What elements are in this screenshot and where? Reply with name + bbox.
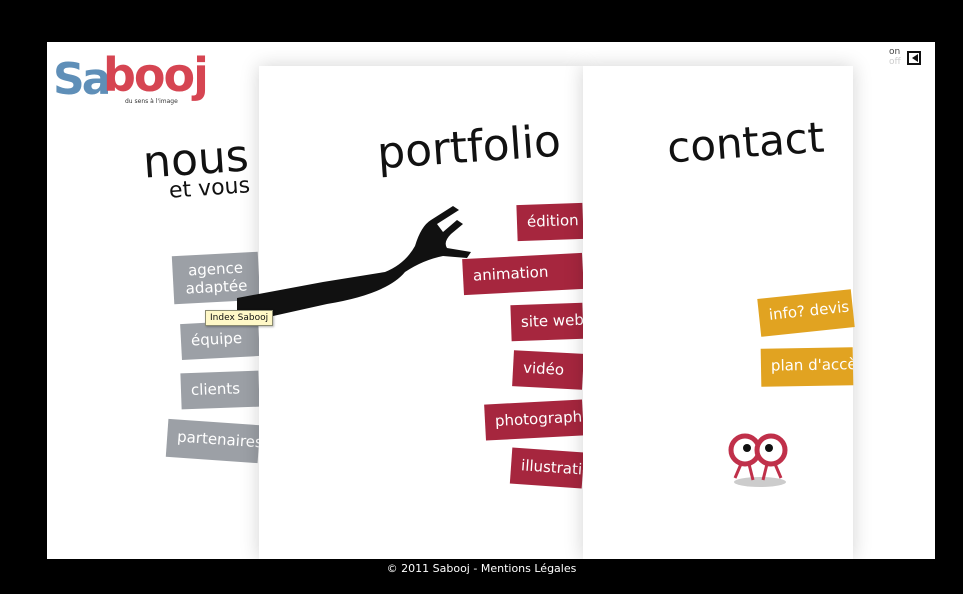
speaker-icon[interactable] [907,51,921,65]
et-vous-subtitle: et vous [168,173,251,204]
portfolio-item-animation[interactable]: animation [462,252,584,296]
tooltip: Index Sabooj [205,310,274,326]
footer: © 2011 Sabooj - Mentions Légales [0,562,963,575]
portfolio-item-edition[interactable]: édition [516,202,584,242]
contact-item-plan-acces[interactable]: plan d'accès [760,347,854,387]
nous-item-partenaires[interactable]: partenaires [165,418,261,464]
contact-panel: contact info? devis plan d'accès [583,66,855,559]
nous-item-clients[interactable]: clients [180,370,260,410]
eyes-mascot-icon[interactable] [725,422,795,492]
portfolio-item-photographie[interactable]: photographie [484,399,584,441]
footer-separator: - [473,562,478,575]
logo-tagline: du sens à l'image [125,98,178,105]
logo-booj: booj [103,48,209,102]
footer-copyright: © 2011 Sabooj [386,562,470,575]
logo-sa: Sa [53,54,111,105]
portfolio-item-video[interactable]: vidéo [512,350,584,390]
sound-on-label[interactable]: on [889,48,900,57]
portfolio-item-illustration[interactable]: illustration [509,447,585,489]
hand-silhouette [237,206,471,324]
portfolio-item-site-web[interactable]: site web [510,302,584,342]
portfolio-title[interactable]: portfolio [375,116,562,180]
contact-item-info-devis[interactable]: info? devis [757,289,855,337]
main-stage: nous et vous agence adaptée équipe clien… [47,42,935,559]
sabooj-logo[interactable]: Sa booj du sens à l'image [53,48,209,106]
sound-toggle[interactable]: on off [889,48,929,70]
mentions-legales-link[interactable]: Mentions Légales [481,562,577,575]
sound-off-label[interactable]: off [889,58,901,67]
contact-title[interactable]: contact [665,113,825,173]
